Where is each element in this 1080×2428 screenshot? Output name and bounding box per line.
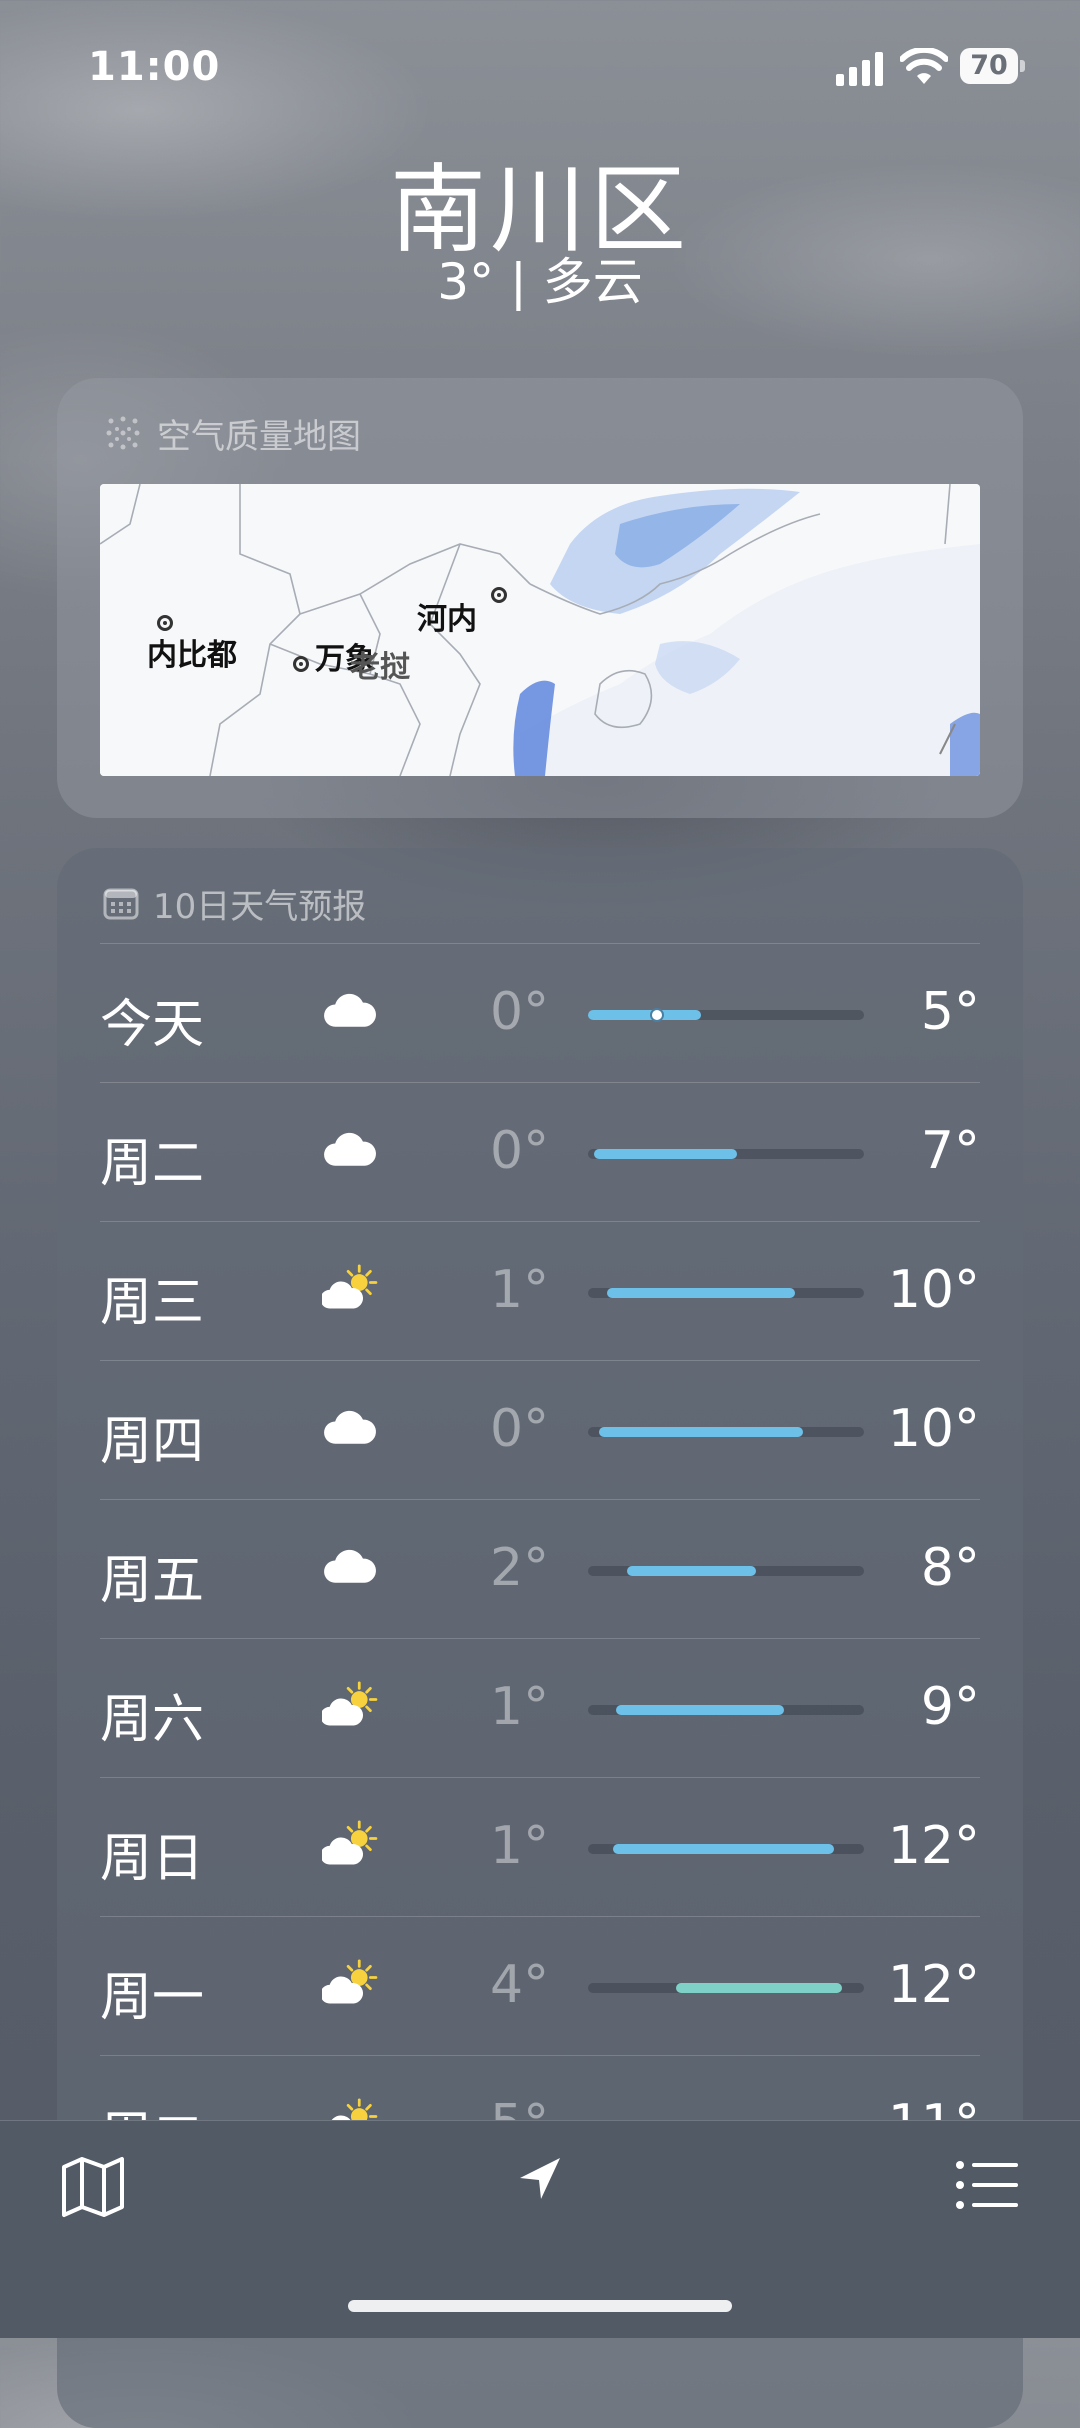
forecast-day: 今天 [100,995,205,1055]
status-time: 11:00 [88,44,221,90]
forecast-high: 10° [887,1399,980,1459]
temperature-range-bar [588,1010,702,1020]
forecast-day: 周四 [100,1412,205,1472]
temperature-range-track [588,1149,864,1159]
current-temperature-dot [650,1008,664,1022]
cloud-icon [324,993,376,1027]
temperature-range-track [588,1983,864,1993]
cloud-icon [324,1549,376,1583]
partly-sunny-icon [322,1681,378,1726]
map-marker-naypyidaw [157,615,173,631]
forecast-header: 10日天气预报 [103,878,366,928]
temperature-range-bar [676,1983,842,1993]
map-label-laos: 老挝 [350,650,410,685]
cloud-icon [324,1410,376,1444]
forecast-high: 9° [920,1677,980,1737]
partly-sunny-icon [322,1959,378,2004]
forecast-title: 10日天气预报 [153,886,367,927]
status-bar: 11:00 70 [0,0,1080,130]
air-quality-icon [106,416,140,450]
temperature-range-track [588,1844,864,1854]
calendar-icon [103,888,139,920]
temperature-range-track [588,1566,864,1576]
air-quality-map[interactable]: 河内 内比都 万象 老挝 [100,484,980,776]
map-marker-vientiane [293,656,309,672]
battery-level: 70 [960,48,1018,84]
forecast-row[interactable]: 周日 1° 12° [100,1777,980,1917]
forecast-row[interactable]: 周五 2° 8° [100,1499,980,1639]
partly-sunny-icon [322,1264,378,1309]
location-arrow-icon[interactable] [505,2145,575,2215]
forecast-day: 周一 [100,1968,205,2028]
air-quality-map-card[interactable]: 空气质量地图 河内 内比都 万象 老挝 [57,378,1023,818]
list-icon[interactable] [952,2151,1022,2221]
forecast-day: 周日 [100,1829,205,1889]
partly-sunny-icon [322,1820,378,1865]
wifi-icon [900,48,948,84]
temperature-range-bar [615,1705,784,1715]
cloud-icon [324,1132,376,1166]
forecast-row[interactable]: 周一 4° 12° [100,1916,980,2056]
air-quality-header: 空气质量地图 [103,408,361,458]
forecast-row[interactable]: 周六 1° 9° [100,1638,980,1778]
cellular-signal-icon [836,52,883,86]
forecast-day: 周三 [100,1273,205,1333]
map-label-naypyidaw: 内比都 [147,638,237,673]
forecast-row[interactable]: 今天 0° 5° [100,943,980,1083]
battery-cap [1020,60,1025,72]
temperature-range-track [588,1705,864,1715]
forecast-row[interactable]: 周三 1° 10° [100,1221,980,1361]
map-label-hanoi: 河内 [417,602,477,637]
temperature-range-track [588,1288,864,1298]
forecast-high: 8° [920,1538,980,1598]
forecast-high: 5° [920,982,980,1042]
forecast-high: 12° [887,1955,980,2015]
forecast-day: 周二 [100,1134,205,1194]
temperature-range-bar [599,1427,804,1437]
forecast-day: 周五 [100,1551,205,1611]
home-indicator[interactable] [348,2300,732,2312]
temperature-range-bar [593,1149,738,1159]
temperature-range-bar [607,1288,795,1298]
forecast-row[interactable]: 周四 0° 10° [100,1360,980,1500]
forecast-high: 7° [920,1121,980,1181]
forecast-high: 10° [887,1260,980,1320]
temperature-range-bar [626,1566,757,1576]
map-marker-hanoi [491,587,507,603]
forecast-day: 周六 [100,1690,205,1750]
forecast-high: 12° [887,1816,980,1876]
temperature-range-track [588,1008,864,1022]
battery-indicator: 70 [960,48,1026,84]
temperature-range-track [588,1427,864,1437]
current-conditions: 3° | 多云 [437,253,643,311]
forecast-row[interactable]: 周二 0° 7° [100,1082,980,1222]
temperature-range-bar [612,1844,834,1854]
air-quality-title: 空气质量地图 [157,416,361,457]
map-icon[interactable] [58,2151,128,2221]
